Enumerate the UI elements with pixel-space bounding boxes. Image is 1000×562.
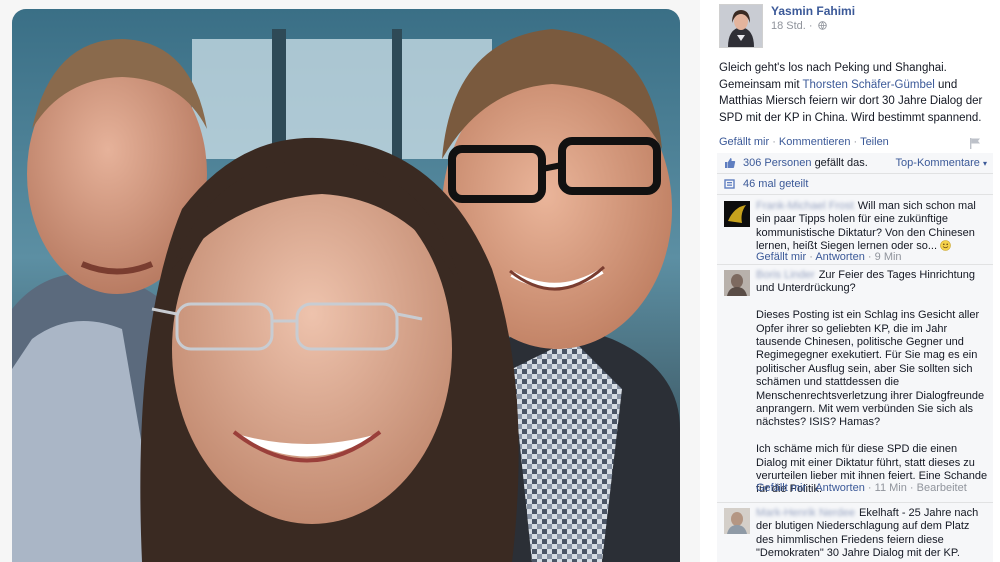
meta-separator: · bbox=[808, 20, 813, 32]
meta-separator: · bbox=[809, 251, 813, 263]
commenter-avatar[interactable] bbox=[724, 270, 750, 296]
post-photo[interactable] bbox=[12, 9, 680, 562]
comment-reply-button[interactable]: Antworten bbox=[815, 482, 865, 494]
top-comments-label: Top-Kommentare bbox=[895, 157, 980, 169]
author-avatar[interactable] bbox=[719, 4, 763, 48]
post-text: Gleich geht's los nach Peking und Shangh… bbox=[719, 60, 987, 126]
comment-body: Frank-Michael Frost Will man sich schon m… bbox=[756, 200, 988, 254]
avatar-image bbox=[724, 201, 750, 227]
post-time[interactable]: 18 Std. bbox=[771, 20, 806, 32]
commenter-name[interactable]: Mark-Henrik Nerdee bbox=[756, 507, 855, 519]
post-side-panel: Yasmin Fahimi 18 Std. · Gleich geht's lo… bbox=[700, 0, 1000, 562]
comment-text: Dieses Posting ist ein Schlag ins Gesich… bbox=[756, 309, 985, 429]
meta-separator: · bbox=[867, 251, 872, 263]
action-separator: · bbox=[853, 136, 858, 148]
comment-like-button[interactable]: Gefällt mir bbox=[756, 251, 806, 263]
comment-item: Mark-Henrik Nerdee Ekelhaft - 25 Jahre na… bbox=[717, 503, 993, 562]
comment-meta: Gefällt mir · Antworten · 11 Min · Bearb… bbox=[756, 482, 967, 494]
likes-row: 306 Personen gefällt das. Top-Kommentare… bbox=[717, 153, 993, 174]
author-name[interactable]: Yasmin Fahimi bbox=[771, 4, 855, 18]
commenter-name[interactable]: Boris Linder bbox=[756, 269, 815, 281]
avatar-image bbox=[724, 270, 750, 296]
chevron-down-icon: ▾ bbox=[982, 159, 987, 168]
comment-item: Boris Linder Zur Feier des Tages Hinricht… bbox=[717, 265, 993, 503]
share-icon bbox=[724, 179, 735, 189]
meta-separator: · bbox=[909, 482, 914, 494]
top-comments-dropdown[interactable]: Top-Kommentare ▾ bbox=[896, 157, 987, 169]
shares-row: 46 mal geteilt bbox=[717, 174, 993, 195]
avatar-image bbox=[724, 508, 750, 534]
photo-viewer bbox=[0, 0, 700, 562]
shares-count[interactable]: 46 mal geteilt bbox=[743, 178, 808, 190]
commenter-avatar[interactable] bbox=[724, 508, 750, 534]
commenter-avatar[interactable] bbox=[724, 201, 750, 227]
comment-meta: Gefällt mir · Antworten · 9 Min bbox=[756, 251, 902, 263]
comment-item: Frank-Michael Frost Will man sich schon m… bbox=[717, 196, 993, 265]
commenter-name[interactable]: Frank-Michael Frost bbox=[756, 200, 854, 212]
meta-separator: · bbox=[867, 482, 872, 494]
comment-like-button[interactable]: Gefällt mir bbox=[756, 482, 806, 494]
comment-body: Mark-Henrik Nerdee Ekelhaft - 25 Jahre na… bbox=[756, 507, 988, 562]
tagged-person-link[interactable]: Thorsten Schäfer-Gümbel bbox=[803, 79, 935, 91]
smile-emoji-icon bbox=[940, 240, 951, 252]
action-separator: · bbox=[772, 136, 776, 148]
comment-body: Boris Linder Zur Feier des Tages Hinricht… bbox=[756, 269, 988, 497]
comment-time[interactable]: 11 Min bbox=[875, 482, 907, 494]
comment-time[interactable]: 9 Min bbox=[875, 251, 902, 263]
avatar-image bbox=[720, 5, 762, 47]
comment-button[interactable]: Kommentieren bbox=[779, 136, 851, 148]
likes-suffix: gefällt das. bbox=[814, 157, 868, 169]
globe-icon[interactable] bbox=[817, 21, 827, 30]
likes-count[interactable]: 306 Personen bbox=[743, 157, 812, 169]
comment-edited: Bearbeitet bbox=[916, 482, 967, 494]
like-button[interactable]: Gefällt mir bbox=[719, 136, 769, 148]
thumbs-up-icon bbox=[725, 158, 736, 168]
meta-separator: · bbox=[809, 482, 813, 494]
share-button[interactable]: Teilen bbox=[860, 136, 889, 148]
comment-reply-button[interactable]: Antworten bbox=[815, 251, 865, 263]
selfie-photo bbox=[12, 9, 680, 562]
flag-icon[interactable] bbox=[968, 137, 982, 149]
post-meta: 18 Std. · bbox=[771, 20, 827, 32]
feedback-box: 306 Personen gefällt das. Top-Kommentare… bbox=[717, 153, 993, 562]
post-actions: Gefällt mir · Kommentieren · Teilen bbox=[719, 136, 889, 148]
